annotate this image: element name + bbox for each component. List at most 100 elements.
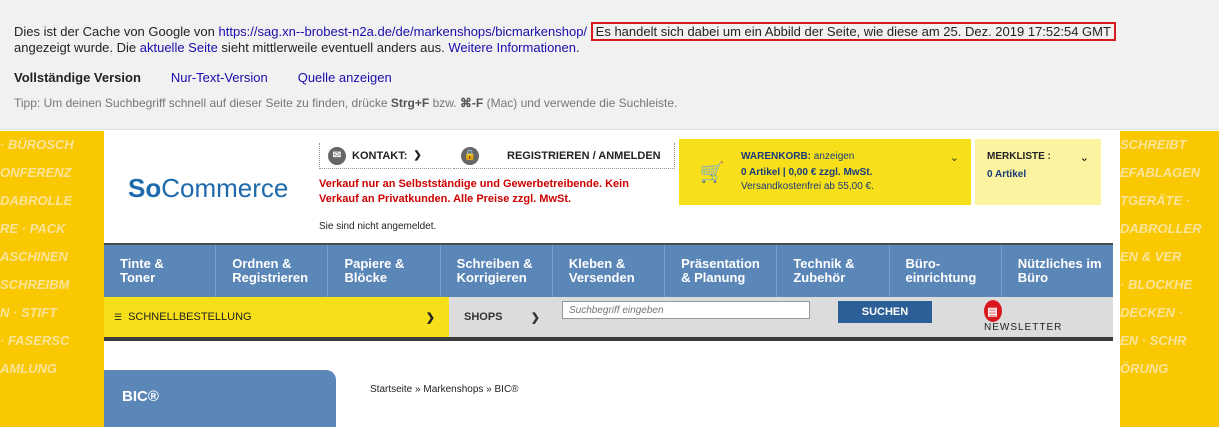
banner-line: EN · SCHR — [1120, 333, 1187, 348]
lock-icon: 🔒 — [461, 146, 479, 165]
chevron-right-icon: ❯ — [530, 311, 540, 324]
nav-item-line2: einrichtung — [905, 270, 977, 285]
newsletter-icon: ▤ — [984, 300, 1002, 322]
nav-item-line1: Präsentation — [681, 256, 760, 271]
nav-item[interactable]: Nützliches im Büro — [1002, 245, 1113, 297]
cart-box[interactable]: 🛒 WARENKORB: anzeigen 0 Artikel | 0,00 €… — [679, 139, 971, 205]
list-icon: ☰ — [114, 311, 123, 322]
newsletter-button[interactable]: ▤ NEWSLETTER — [984, 300, 1062, 333]
tip-key-windows: Strg+F — [390, 96, 430, 110]
tip-text-a: Tipp: Um deinen Suchbegriff schnell auf … — [14, 96, 391, 110]
cart-summary: 0 Artikel | 0,00 € zzgl. MwSt. — [741, 167, 873, 178]
banner-line: ASCHINEN — [0, 249, 68, 264]
chevron-down-icon[interactable]: ⌄ — [1080, 151, 1089, 164]
brand-title: BIC® — [122, 388, 159, 405]
banner-line: TGERÄTE · — [1120, 193, 1191, 208]
banner-line: DABROLLER — [1120, 221, 1202, 236]
right-side-banner: SCHREIBT EFABLAGEN TGERÄTE · DABROLLER EN & … — [1120, 131, 1219, 427]
nav-item-line1: Nützliches im — [1017, 256, 1102, 271]
nav-item-line1: Tinte & — [120, 256, 164, 271]
cache-prefix: Dies ist der Cache von Google von — [14, 24, 219, 39]
watchlist-title: MERKLISTE : — [987, 151, 1051, 162]
cached-url-link[interactable]: https://sag.xn--brobest-n2a.de/de/marken… — [219, 24, 588, 39]
nav-item-line2: Versenden — [568, 270, 635, 285]
logo-bold: So — [128, 173, 162, 203]
nav-item-line1: Technik & — [793, 256, 855, 271]
banner-line: ONFERENZ — [0, 165, 72, 180]
banner-line: EFABLAGEN — [1120, 165, 1201, 180]
text-only-link[interactable]: Nur-Text-Version — [171, 70, 268, 85]
socommerce-logo[interactable]: SoCommerce — [128, 173, 288, 204]
cache-version-links: Vollständige Version Nur-Text-Version Qu… — [14, 70, 392, 85]
banner-line: · FASERSC — [0, 333, 70, 348]
search-input[interactable] — [562, 301, 810, 319]
watchlist-box[interactable]: MERKLISTE : 0 Artikel ⌄ — [975, 139, 1101, 205]
nav-item[interactable]: Tinte & Toner — [104, 245, 217, 297]
nav-item-line1: Schreiben & — [456, 256, 533, 271]
nav-item[interactable]: Büro-einrichtung — [890, 245, 1002, 297]
banner-line: SCHREIBT — [1120, 137, 1187, 152]
cart-title-label: WARENKORB: — [741, 151, 811, 162]
tip-text-b: bzw. — [429, 96, 460, 110]
b2b-notice: Verkauf nur an Selbstständige und Gewerb… — [319, 178, 629, 205]
view-source-link[interactable]: Quelle anzeigen — [298, 70, 392, 85]
right-banner-text: SCHREIBT EFABLAGEN TGERÄTE · DABROLLER EN & … — [1120, 131, 1219, 383]
nav-item-line1: Kleben & — [568, 256, 626, 271]
newsletter-label: NEWSLETTER — [984, 322, 1063, 333]
shops-label: SHOPS — [464, 311, 503, 323]
breadcrumb: Startseite » Markenshops » BIC® — [370, 384, 519, 395]
mail-icon: ✉ — [328, 146, 346, 165]
shopping-cart-icon: 🛒 — [699, 162, 725, 184]
banner-line: · BLOCKHE — [1120, 277, 1193, 292]
nav-item[interactable]: Technik & Zubehör — [777, 245, 890, 297]
register-label: REGISTRIEREN / ANMELDEN — [507, 149, 661, 162]
nav-item-line2: Büro — [1017, 270, 1049, 285]
cart-shipping: Versandkostenfrei ab 55,00 €. — [741, 181, 874, 192]
nav-item-line2: Registrieren — [232, 270, 309, 285]
nav-item-line2: Zubehör — [793, 270, 846, 285]
contact-label: KONTAKT: — [352, 149, 408, 162]
chevron-down-icon[interactable]: ⌄ — [950, 151, 959, 164]
banner-line: ÖRUNG — [1120, 361, 1169, 376]
more-info-link[interactable]: Weitere Informationen — [448, 40, 576, 55]
cache-tip: Tipp: Um deinen Suchbegriff schnell auf … — [14, 96, 677, 110]
brand-sidebar-header: BIC® — [104, 370, 336, 427]
quick-order-button[interactable]: ☰ SCHNELLBESTELLUNG ❯ — [104, 297, 449, 337]
banner-line: DABROLLE — [0, 193, 73, 208]
nav-item[interactable]: Papiere & Blöcke — [328, 245, 441, 297]
nav-item[interactable]: Schreiben & Korrigieren — [441, 245, 553, 297]
banner-line: · BÜROSCH — [0, 137, 74, 152]
chevron-down-icon: ❯ — [413, 150, 422, 161]
cart-title: WARENKORB: anzeigen — [741, 151, 854, 162]
shop-page: SoCommerce ✉ KONTAKT: ❯ 🔒 REGISTRIEREN /… — [104, 131, 1120, 427]
nav-item-line2: Toner — [120, 270, 156, 285]
nav-item-line1: Papiere & — [344, 256, 405, 271]
register-login-link[interactable]: 🔒 REGISTRIEREN / ANMELDEN — [453, 143, 675, 169]
nav-item-line2: Blöcke — [344, 270, 388, 285]
banner-line: N · STIFT — [0, 305, 58, 320]
nav-item-line1: Ordnen & — [232, 256, 292, 271]
quick-order-label: SCHNELLBESTELLUNG — [128, 311, 252, 323]
cache-line2-a: angezeigt wurde. Die — [14, 40, 140, 55]
logo-rest: Commerce — [161, 173, 289, 203]
banner-line: EN & VER — [1120, 249, 1182, 264]
nav-item[interactable]: Kleben & Versenden — [553, 245, 666, 297]
shops-button[interactable]: SHOPS ❯ — [452, 297, 554, 337]
cache-notice: Dies ist der Cache von Google von https:… — [14, 22, 1204, 56]
tip-key-mac: ⌘-F — [459, 96, 484, 110]
nav-item[interactable]: Ordnen & Registrieren — [216, 245, 329, 297]
search-button[interactable]: SUCHEN — [838, 301, 932, 323]
watchlist-count: 0 Artikel — [987, 169, 1027, 180]
current-page-link[interactable]: aktuelle Seite — [140, 40, 218, 55]
banner-line: DECKEN · — [1120, 305, 1183, 320]
cache-line2-b: sieht mittlerweile eventuell anders aus. — [217, 40, 449, 55]
tip-text-c: (Mac) und verwende die Suchleiste. — [483, 96, 678, 110]
nav-item-line2: Korrigieren — [456, 270, 527, 285]
main-navigation: Tinte & Toner Ordnen & Registrieren Papiere … — [104, 243, 1113, 297]
chevron-right-icon: ❯ — [425, 311, 435, 324]
nav-item[interactable]: Präsentation & Planung — [665, 245, 778, 297]
banner-line: RE · PACK — [0, 221, 66, 236]
contact-dropdown[interactable]: ✉ KONTAKT: ❯ — [319, 143, 451, 169]
left-banner-text: · BÜROSCH ONFERENZ DABROLLE RE · PACK ASCHIN… — [0, 131, 104, 383]
cart-show-link[interactable]: anzeigen — [814, 151, 855, 162]
